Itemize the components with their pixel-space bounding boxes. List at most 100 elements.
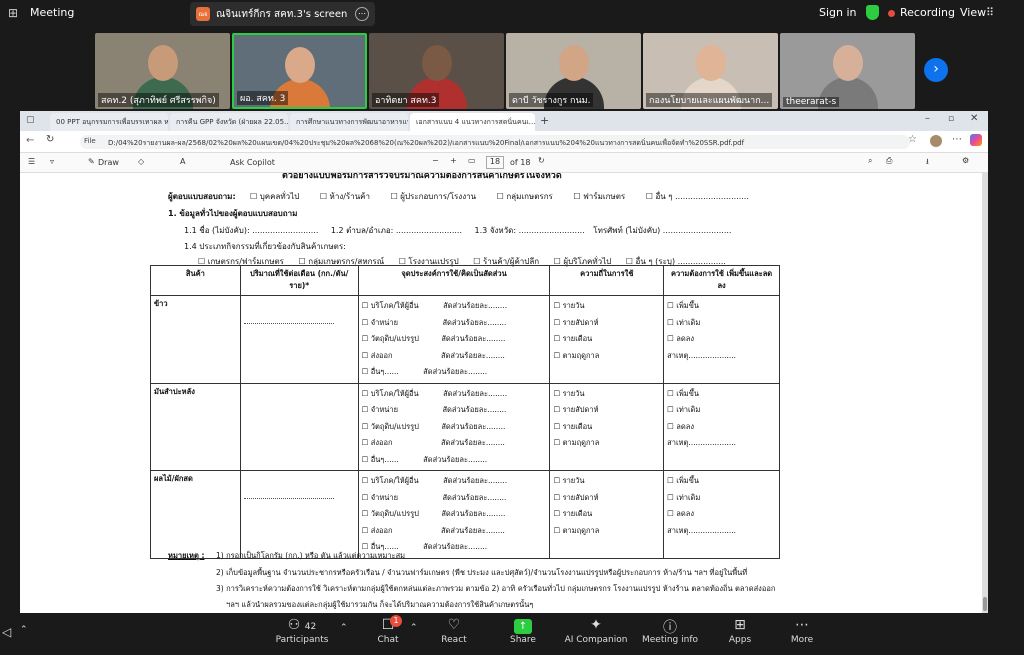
demand-cell: ☐ เพิ่มขึ้น ☐ เท่าเดิม ☐ ลดลง สาเหตุ....… [663,295,780,384]
search-icon[interactable]: ⌕ [868,156,872,166]
apps-button[interactable]: ⊞ Apps [722,617,758,645]
fit-page-icon[interactable]: ▭ [468,156,476,165]
grid-icon[interactable]: ⊞ [8,6,18,20]
file-scheme-label: File [84,137,96,145]
frequency-cell: ☐ รายวัน ☐ รายสัปดาห์ ☐ รายเดือน ☐ ตามฤด… [549,295,665,384]
page-total: of 18 [510,158,531,167]
eraser-icon[interactable]: ◇ [138,157,144,166]
audio-icon[interactable]: ◁ [2,625,11,639]
video-gallery: สคท.2 (สุภาทิพย์ ศรีสรรพกิจ) ผอ. สคท. 3 … [95,33,915,109]
print-icon[interactable]: ⎙ [886,156,892,166]
header-frequency: ความถี่ในการใช้ [549,265,665,296]
note-line: 3) การวิเคราะห์ความต้องการใช้ วิเคราะห์ต… [216,584,776,593]
recording-dot-icon [888,10,895,17]
survey-table: สินค้า ปริมาณที่ใช้ต่อเดือน (กก./ตัน/ราย… [150,265,780,559]
video-tile[interactable]: ดาบี วัชรางกูร กนม. [506,33,641,109]
chat-chevron-icon[interactable]: ⌃ [410,623,418,633]
share-label: ณจินเทร์กีกร สคท.3's screen [216,8,348,20]
maximize-icon[interactable]: ▫ [948,114,954,124]
view-menu[interactable]: View [960,6,986,19]
section-1-title: 1. ข้อมูลทั่วไปของผู้ตอบแบบสอบถาม [168,209,298,218]
zoom-out-icon[interactable]: − [432,156,439,165]
sign-in-link[interactable]: Sign in [819,6,857,19]
pdf-page: ตัวอย่างแบบฟอร์มการสำรวจปริมาณความต้องกา… [20,173,982,613]
settings-more-icon[interactable]: ⋯ [952,134,962,145]
browser-tab-active[interactable]: เอกสารแนบ 4 แนวทางการสดนิ่นคนเ... [410,113,535,131]
meeting-info-button[interactable]: ⓘ Meeting info [640,617,700,645]
draw-button[interactable]: Draw [98,158,119,167]
frequency-cell: ☐ รายวัน ☐ รายสัปดาห์ ☐ รายเดือน ☐ ตามฤด… [549,382,665,471]
table-row: ผลไม้/ผักสด ☐ บริโภค/ให้ผู้อื่น สัดส่วนร… [150,470,780,559]
ask-copilot-button[interactable]: Ask Copilot [230,158,275,167]
tab-bar: ▢ 00 PPT อนุกรรมการเพื่อบรรเทาผล หรือ...… [20,111,988,131]
minimize-icon[interactable]: – [925,113,930,124]
zoom-in-icon[interactable]: + [450,156,457,165]
sharer-avatar: ณจ [196,7,210,21]
participant-name: อาทิตยา สคท.3 [372,93,440,107]
back-icon[interactable]: ← [26,135,34,146]
more-button[interactable]: ⋯ More [784,617,820,645]
sparkle-icon: ✦ [590,617,602,633]
text-icon[interactable]: A [180,157,185,166]
participant-name: กองนโยบายและแผนพัฒนาก... [646,93,773,107]
respondent-options: ☐ บุคคลทั่วไป ☐ ห้าง/ร้านค้า ☐ ผู้ประกอบ… [250,192,749,201]
notes-label: หมายเหตุ : [168,551,205,560]
product-name: มันสำปะหลัง [150,382,241,471]
info-icon: ⓘ [663,620,677,636]
react-button[interactable]: ♡ React [434,617,474,645]
refresh-icon[interactable]: ↻ [46,134,54,145]
highlight-icon[interactable]: ▿ [50,157,54,166]
scrollbar[interactable] [982,173,988,613]
next-page-icon[interactable]: › [924,58,948,82]
field-1-4: 1.4 ประเภทกิจกรรมที่เกี่ยวข้องกับสินค้าเ… [184,242,346,251]
video-tile[interactable]: theerarat-s [780,33,915,109]
chevron-up-icon[interactable]: ⌃ [20,625,28,635]
shield-icon[interactable] [866,5,879,20]
participants-icon: ⚇ 42 [287,617,317,633]
header-demand: ความต้องการใช้ เพิ่มขึ้นและลดลง [663,265,780,296]
browser-tab[interactable]: 00 PPT อนุกรรมการเพื่อบรรเทาผล หรือ... [50,113,168,131]
chat-badge: 1 [390,615,402,627]
video-tile[interactable]: กองนโยบายและแผนพัฒนาก... [643,33,778,109]
video-tile[interactable]: อาทิตยา สคท.3 [369,33,504,109]
save-icon[interactable]: ⭳ [926,156,929,170]
address-bar: ← ↻ File D:/04%20รายงานผล-ผล/2568/02%20ผ… [20,131,988,153]
draw-icon[interactable]: ✎ [88,157,95,166]
participant-name: ดาบี วัชรางกูร กนม. [509,93,594,107]
browser-tab[interactable]: การคืน GPP จังหวัด (ฝ่ายผล 22.05... [170,113,288,131]
participant-name: theerarat-s [783,97,840,107]
window-menu-icon[interactable]: ▢ [26,115,35,125]
page-number-input[interactable]: 18 [486,156,504,169]
rotate-icon[interactable]: ↻ [538,156,545,165]
url-field[interactable]: D:/04%20รายงานผล-ผล/2568/02%20ผล%20แผนเข… [80,135,910,149]
zoom-bottom-bar: ◁ ⌃ ⚇ 42 Participants ⌃ ☐ Chat 1 ⌃ ♡ Rea… [0,613,1024,655]
pdf-viewer[interactable]: ตัวอย่างแบบฟอร์มการสำรวจปริมาณความต้องกา… [20,173,988,613]
view-grid-icon[interactable]: ⠿ [986,6,994,19]
video-tile[interactable]: สคท.2 (สุภาทิพย์ ศรีสรรพกิจ) [95,33,230,109]
product-name: ผลไม้/ผักสด [150,470,241,559]
browser-tab[interactable]: การศึกษาแนวทางการพัฒนาอาหารแปร... [290,113,408,131]
contents-icon[interactable]: ☰ [28,157,35,166]
chat-icon: ☐ [381,617,395,633]
recording-status[interactable]: Recording [900,6,955,19]
participants-chevron-icon[interactable]: ⌃ [340,623,348,633]
screen-share-indicator[interactable]: ณจ ณจินเทร์กีกร สคท.3's screen ⋯ [190,2,375,26]
profile-icon[interactable] [930,135,942,147]
share-button[interactable]: ↑ Share [502,617,544,645]
star-icon[interactable]: ☆ [908,134,917,145]
apps-icon: ⊞ [734,617,746,633]
respondent-label: ผู้ตอบแบบสอบถาม: [168,192,236,201]
more-options-icon[interactable]: ⋯ [355,7,369,21]
participant-name: สคท.2 (สุภาทิพย์ ศรีสรรพกิจ) [98,93,219,107]
close-icon[interactable]: ✕ [970,113,978,124]
settings-icon[interactable]: ⚙ [962,156,969,165]
chat-button[interactable]: ☐ Chat 1 [368,615,408,645]
ai-companion-button[interactable]: ✦ AI Companion [562,617,630,645]
new-tab-icon[interactable]: + [540,114,549,127]
purpose-cell: ☐ บริโภค/ให้ผู้อื่น สัดส่วนร้อยละ.......… [357,382,551,471]
video-tile[interactable]: ผอ. สคท. 3 [232,33,367,109]
participants-button[interactable]: ⚇ 42 Participants [274,617,330,645]
product-name: ข้าว [150,295,241,384]
copilot-icon[interactable] [970,134,982,146]
note-line: 1) กรอกเป็นกิโลกรัม (กก.) หรือ ตัน แล้วแ… [216,551,406,560]
